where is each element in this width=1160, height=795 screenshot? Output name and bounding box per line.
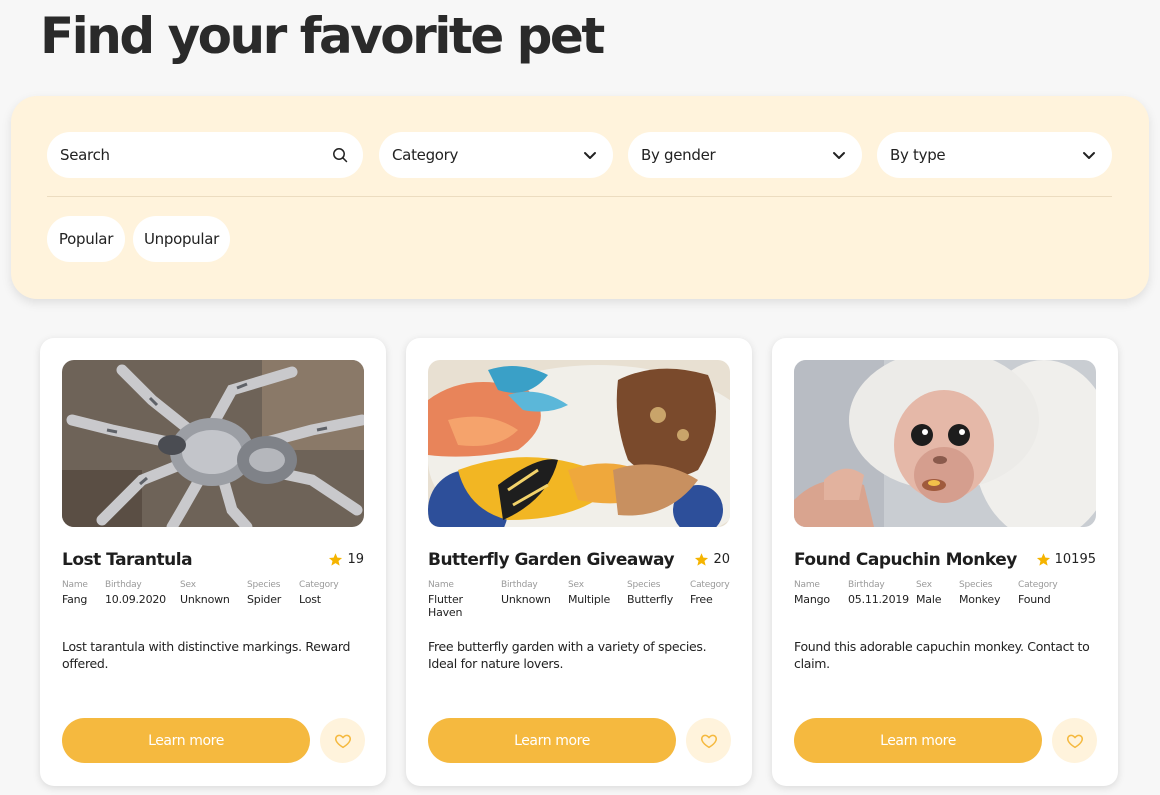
meta-value: Fang bbox=[62, 593, 88, 606]
search-icon[interactable] bbox=[331, 146, 349, 164]
meta-value: Multiple bbox=[568, 593, 611, 606]
meta-birthday: Birthday Unknown bbox=[501, 579, 551, 606]
type-select-label: By type bbox=[890, 146, 946, 164]
favorite-button[interactable] bbox=[1052, 718, 1097, 763]
page-title: Find your favorite pet bbox=[40, 7, 605, 65]
meta-name: Name Mango bbox=[794, 579, 830, 606]
meta-value: Free bbox=[690, 593, 713, 606]
card-description: Found this adorable capuchin monkey. Con… bbox=[794, 639, 1090, 671]
favorite-button[interactable] bbox=[686, 718, 731, 763]
meta-label: Category bbox=[690, 580, 730, 590]
meta-value: Lost bbox=[299, 593, 321, 606]
learn-more-button[interactable]: Learn more bbox=[794, 718, 1042, 763]
meta-label: Species bbox=[627, 580, 661, 590]
meta-value: Flutter Haven bbox=[428, 593, 463, 619]
chevron-down-icon bbox=[1080, 146, 1098, 164]
learn-more-button[interactable]: Learn more bbox=[428, 718, 676, 763]
meta-value: Unknown bbox=[180, 593, 230, 606]
meta-birthday: Birthday 05.11.2019 bbox=[848, 579, 909, 606]
learn-more-button[interactable]: Learn more bbox=[62, 718, 310, 763]
meta-category: Category Free bbox=[690, 579, 730, 606]
meta-name: Name Fang bbox=[62, 579, 88, 606]
popular-chip[interactable]: Popular bbox=[47, 216, 125, 262]
meta-value: Mango bbox=[794, 593, 830, 606]
category-select-label: Category bbox=[392, 146, 459, 164]
chevron-down-icon bbox=[581, 146, 599, 164]
gender-select[interactable]: By gender bbox=[628, 132, 862, 178]
meta-sex: Sex Multiple bbox=[568, 579, 610, 606]
rating: 19 bbox=[328, 552, 364, 567]
butterfly-photo bbox=[428, 360, 730, 527]
star-icon bbox=[694, 552, 709, 567]
meta-sex: Sex Male bbox=[916, 579, 941, 606]
card-description: Lost tarantula with distinctive markings… bbox=[62, 639, 351, 671]
meta-label: Birthday bbox=[105, 580, 142, 590]
pet-card: Butterfly Garden Giveaway 20 Name Flutte… bbox=[406, 338, 752, 786]
meta-category: Category Lost bbox=[299, 579, 339, 606]
meta-label: Category bbox=[1018, 580, 1058, 590]
meta-birthday: Birthday 10.09.2020 bbox=[105, 579, 166, 606]
meta-value: Butterfly bbox=[627, 593, 674, 606]
meta-category: Category Found bbox=[1018, 579, 1058, 606]
card-title: Butterfly Garden Giveaway bbox=[428, 550, 675, 570]
meta-label: Category bbox=[299, 580, 339, 590]
meta-label: Birthday bbox=[848, 580, 885, 590]
unpopular-chip[interactable]: Unpopular bbox=[133, 216, 230, 262]
meta-label: Name bbox=[428, 580, 454, 590]
search-input[interactable]: Search bbox=[47, 132, 363, 178]
star-icon bbox=[328, 552, 343, 567]
rating-value: 19 bbox=[347, 552, 364, 567]
meta-value: Unknown bbox=[501, 593, 551, 606]
meta-value: 10.09.2020 bbox=[105, 593, 166, 606]
meta-label: Sex bbox=[180, 580, 196, 590]
rating-value: 10195 bbox=[1054, 552, 1096, 567]
pet-card: Lost Tarantula 19 Name Fang Birthday 10.… bbox=[40, 338, 386, 786]
chevron-down-icon bbox=[830, 146, 848, 164]
meta-label: Sex bbox=[916, 580, 932, 590]
meta-species: Species Butterfly bbox=[627, 579, 673, 606]
meta-species: Species Spider bbox=[247, 579, 281, 606]
heart-icon bbox=[700, 734, 717, 748]
heart-icon bbox=[1066, 734, 1083, 748]
meta-label: Sex bbox=[568, 580, 584, 590]
gender-select-label: By gender bbox=[641, 146, 716, 164]
star-icon bbox=[1036, 552, 1051, 567]
meta-sex: Sex Unknown bbox=[180, 579, 230, 606]
meta-value: Found bbox=[1018, 593, 1051, 606]
meta-value: Male bbox=[916, 593, 942, 606]
meta-label: Name bbox=[62, 580, 88, 590]
monkey-photo bbox=[794, 360, 1096, 527]
meta-label: Species bbox=[959, 580, 993, 590]
meta-species: Species Monkey bbox=[959, 579, 1000, 606]
meta-label: Name bbox=[794, 580, 820, 590]
rating: 10195 bbox=[1036, 552, 1096, 567]
pet-card: Found Capuchin Monkey 10195 Name Mango B… bbox=[772, 338, 1118, 786]
filter-divider bbox=[47, 196, 1112, 197]
type-select[interactable]: By type bbox=[877, 132, 1112, 178]
meta-value: 05.11.2019 bbox=[848, 593, 909, 606]
filter-panel: Search Category By gender By type Popula… bbox=[11, 96, 1149, 299]
search-placeholder: Search bbox=[60, 146, 110, 164]
meta-value: Monkey bbox=[959, 593, 1001, 606]
meta-label: Species bbox=[247, 580, 281, 590]
rating: 20 bbox=[694, 552, 730, 567]
card-description: Free butterfly garden with a variety of … bbox=[428, 639, 707, 671]
heart-icon bbox=[334, 734, 351, 748]
meta-label: Birthday bbox=[501, 580, 538, 590]
favorite-button[interactable] bbox=[320, 718, 365, 763]
category-select[interactable]: Category bbox=[379, 132, 613, 178]
card-title: Found Capuchin Monkey bbox=[794, 550, 1017, 570]
card-title: Lost Tarantula bbox=[62, 550, 193, 570]
meta-name: Name Flutter Haven bbox=[428, 579, 488, 619]
tarantula-photo bbox=[62, 360, 364, 527]
meta-value: Spider bbox=[247, 593, 282, 606]
rating-value: 20 bbox=[713, 552, 730, 567]
